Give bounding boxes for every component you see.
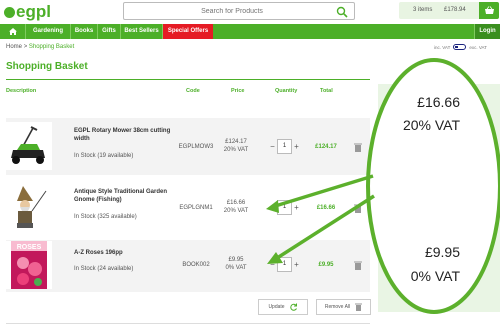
site-logo[interactable]: egpl (4, 2, 51, 22)
callout-book-vat: 0% VAT (395, 268, 460, 284)
line-total: £9.95 (318, 262, 334, 268)
remove-all-label: Remove All (324, 304, 351, 310)
trash-icon[interactable] (354, 261, 362, 270)
search-box[interactable] (123, 2, 355, 20)
callout-book: £9.95 (400, 244, 460, 260)
remove-all-button[interactable]: Remove All (316, 299, 371, 315)
product-name[interactable]: A-Z Roses 196pp (74, 250, 174, 258)
basket-summary[interactable]: 3 items £178.94 (399, 2, 499, 19)
product-name[interactable]: EGPL Rotary Mower 38cm cutting width (74, 128, 174, 143)
col-code: Code (186, 88, 200, 94)
stock-status: In Stock (19 available) (74, 153, 134, 159)
book-cover-title: ROSES (17, 244, 42, 251)
breadcrumb-current: Shopping Basket (28, 44, 75, 50)
table-row: ROSES A-Z Roses 196pp In Stock (24 avail… (6, 240, 370, 292)
line-total: £16.66 (316, 205, 336, 211)
nav-home[interactable] (0, 24, 26, 39)
product-image-gnome[interactable] (6, 183, 52, 231)
breadcrumb-home[interactable]: Home (6, 44, 22, 50)
quantity-input[interactable]: 1 (277, 200, 292, 215)
stock-status: In Stock (24 available) (74, 266, 134, 272)
vat-rate: 0% VAT (225, 265, 247, 271)
exc-vat-label: exc. VAT (469, 44, 487, 50)
col-price: Price (231, 88, 245, 94)
footer-divider (6, 323, 370, 324)
gnome-image (17, 186, 47, 228)
product-image-mower[interactable] (6, 122, 52, 170)
breadcrumb-separator: > (23, 44, 28, 50)
callout-gnome: £16.66 (395, 94, 460, 110)
search-icon[interactable] (336, 6, 348, 18)
main-nav: Gardening Books Gifts Best Sellers Speci… (0, 24, 500, 39)
product-code: EGPLMOW3 (178, 144, 214, 150)
callout-gnome-vat: 20% VAT (380, 117, 460, 133)
basket-count: 3 items (413, 7, 433, 13)
callout-price: £9.95 (424, 244, 460, 260)
nav-best-sellers[interactable]: Best Sellers (121, 24, 163, 39)
decrease-button[interactable]: − (268, 203, 277, 212)
col-description: Description (6, 88, 37, 94)
update-button[interactable]: Update (258, 299, 308, 315)
home-icon (8, 28, 17, 35)
col-total: Total (320, 88, 333, 94)
cart-button[interactable] (479, 2, 499, 19)
unit-price: £9.95 0% VAT (216, 256, 256, 272)
decrease-button[interactable]: − (268, 142, 277, 151)
callout-vat: 20% VAT (402, 117, 460, 133)
trash-icon[interactable] (354, 143, 362, 152)
decrease-button[interactable]: − (268, 260, 277, 269)
product-name[interactable]: Antique Style Traditional Garden Gnome (… (74, 189, 174, 204)
price-value: £9.95 (228, 257, 244, 263)
vat-rate: 20% VAT (223, 147, 249, 153)
vat-switch[interactable] (453, 44, 467, 50)
breadcrumb: Home > Shopping Basket (6, 44, 74, 50)
product-code: EGPLGNM1 (179, 205, 213, 211)
product-image-book[interactable]: ROSES (6, 241, 52, 289)
unit-price: £16.66 20% VAT (216, 199, 256, 215)
vat-toggle[interactable]: inc. VAT exc. VAT (434, 44, 487, 50)
increase-button[interactable]: + (292, 260, 301, 269)
trash-icon (355, 303, 363, 311)
table-row: Antique Style Traditional Garden Gnome (… (6, 179, 370, 236)
vat-rate: 20% VAT (223, 208, 249, 214)
title-divider (6, 79, 370, 80)
unit-price: £124.17 20% VAT (216, 138, 256, 154)
search-input[interactable] (132, 3, 332, 19)
quantity-stepper[interactable]: − 1 + (268, 200, 301, 215)
update-label: Update (268, 304, 285, 310)
nav-books[interactable]: Books (71, 24, 98, 39)
price-value: £124.17 (225, 139, 247, 145)
logo-mark (4, 6, 15, 18)
quantity-stepper[interactable]: − 1 + (268, 139, 301, 154)
quantity-input[interactable]: 1 (277, 139, 292, 154)
table-row: EGPL Rotary Mower 38cm cutting width In … (6, 118, 370, 175)
nav-gardening[interactable]: Gardening (26, 24, 71, 39)
refresh-icon (289, 303, 297, 311)
col-quantity: Quantity (275, 88, 298, 94)
nav-gifts[interactable]: Gifts (98, 24, 121, 39)
basket-total: £178.94 (444, 7, 466, 13)
inc-vat-label: inc. VAT (434, 44, 451, 50)
mower-image (11, 126, 45, 164)
logo-text: egpl (16, 2, 51, 21)
price-value: £16.66 (226, 200, 246, 206)
quantity-stepper[interactable]: − 1 + (268, 257, 301, 272)
top-bar: egpl 3 items £178.94 (0, 0, 500, 22)
nav-special-offers[interactable]: Special Offers (163, 24, 213, 39)
product-code: BOOK002 (182, 262, 210, 268)
book-cover-image: ROSES (11, 241, 47, 289)
callout-vat: 0% VAT (410, 268, 460, 284)
line-total: £124.17 (315, 144, 337, 150)
increase-button[interactable]: + (292, 142, 301, 151)
basket-icon (484, 6, 494, 14)
quantity-input[interactable]: 1 (277, 257, 292, 272)
callout-price: £16.66 (417, 94, 460, 110)
stock-status: In Stock (325 available) (74, 214, 137, 220)
trash-icon[interactable] (354, 204, 362, 213)
page-title: Shopping Basket (6, 61, 88, 72)
login-button[interactable]: Login (474, 24, 500, 39)
increase-button[interactable]: + (292, 203, 301, 212)
